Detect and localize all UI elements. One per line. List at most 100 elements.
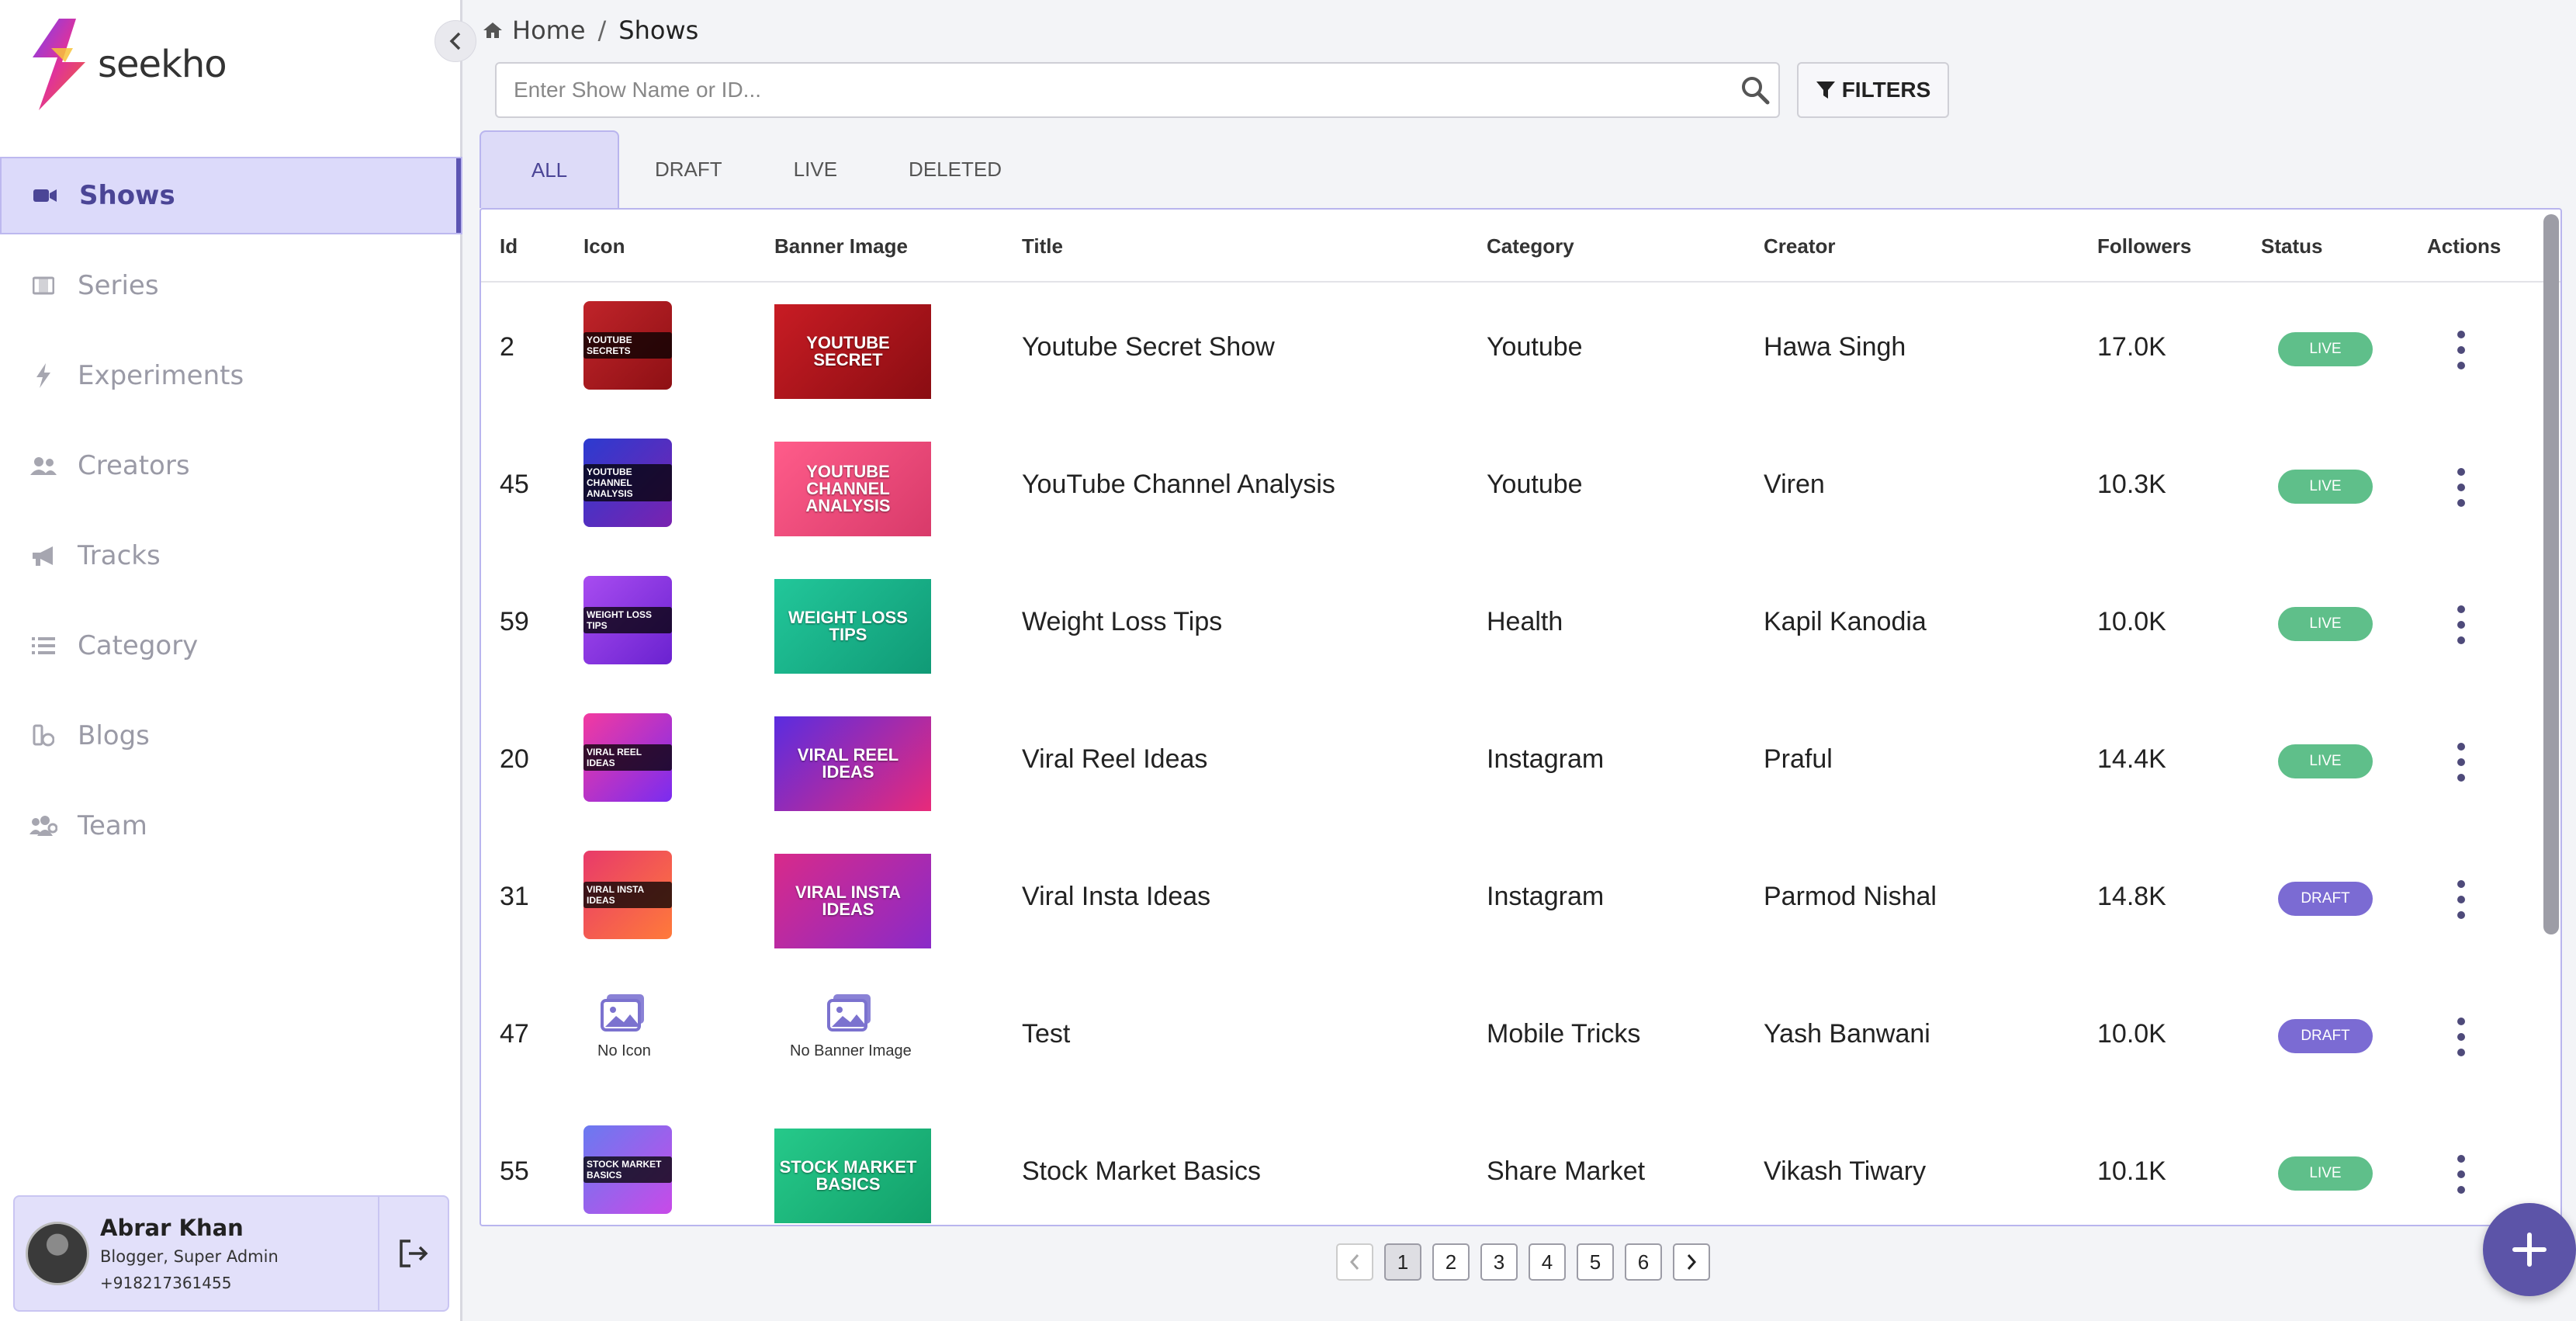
show-title[interactable]: Youtube Secret Show <box>1022 332 1275 362</box>
page-button-4[interactable]: 4 <box>1529 1243 1566 1281</box>
page-button-2[interactable]: 2 <box>1432 1243 1470 1281</box>
profile-phone: +918217361455 <box>100 1274 232 1292</box>
show-creator: Parmod Nishal <box>1764 882 1937 911</box>
column-header-category: Category <box>1487 234 1574 258</box>
table-row[interactable]: 2 YOUTUBE SECRETS YOUTUBE SECRET Youtube Se… <box>481 283 2560 420</box>
show-icon-text: YOUTUBE CHANNEL ANALYSIS <box>583 464 672 501</box>
table-scrollbar[interactable] <box>2543 214 2559 934</box>
page-button-5[interactable]: 5 <box>1577 1243 1614 1281</box>
show-title[interactable]: Viral Insta Ideas <box>1022 882 1210 912</box>
breadcrumb-home-link[interactable]: Home <box>512 16 586 45</box>
logout-button[interactable] <box>378 1197 448 1310</box>
brand-logo[interactable]: seekho <box>28 17 227 112</box>
breadcrumb-separator: / <box>597 16 607 45</box>
show-creator: Hawa Singh <box>1764 332 1906 362</box>
show-followers: 10.0K <box>2097 1019 2166 1049</box>
next-page-button[interactable] <box>1673 1243 1710 1281</box>
show-icon-text: YOUTUBE SECRETS <box>583 332 672 359</box>
show-icon-text: VIRAL INSTA IDEAS <box>583 882 672 908</box>
row-actions-menu-icon[interactable] <box>2453 1155 2469 1194</box>
table-row[interactable]: 20 VIRAL REEL IDEAS VIRAL REEL IDEAS Viral … <box>481 695 2560 832</box>
row-actions-menu-icon[interactable] <box>2453 331 2469 369</box>
row-actions-menu-icon[interactable] <box>2453 880 2469 919</box>
show-icon-image[interactable]: VIRAL REEL IDEAS <box>583 713 672 802</box>
row-actions-menu-icon[interactable] <box>2453 605 2469 644</box>
show-icon-image[interactable]: YOUTUBE CHANNEL ANALYSIS <box>583 439 672 527</box>
show-banner-text: STOCK MARKET BASICS <box>779 1157 917 1194</box>
page-button-1[interactable]: 1 <box>1384 1243 1421 1281</box>
table-row[interactable]: 31 VIRAL INSTA IDEAS VIRAL INSTA IDEAS Vira… <box>481 832 2560 969</box>
tab-all[interactable]: ALL <box>480 130 619 208</box>
search-input[interactable] <box>514 78 1732 102</box>
show-banner-image[interactable]: YOUTUBE SECRET <box>774 304 931 399</box>
prev-page-button[interactable] <box>1336 1243 1373 1281</box>
table-row[interactable]: 55 STOCK MARKET BASICS STOCK MARKET BASICS… <box>481 1107 2560 1225</box>
sidebar-item-label: Category <box>78 630 199 661</box>
show-id: 47 <box>500 1019 529 1049</box>
show-banner-image[interactable]: YOUTUBE CHANNEL ANALYSIS <box>774 442 931 536</box>
show-icon-image[interactable]: WEIGHT LOSS TIPS <box>583 576 672 664</box>
shows-table: Id Icon Banner Image Title Category Crea… <box>480 208 2562 1226</box>
show-followers: 10.3K <box>2097 470 2166 499</box>
show-banner-image[interactable]: VIRAL INSTA IDEAS <box>774 854 931 948</box>
tab-deleted[interactable]: DELETED <box>873 130 1037 208</box>
show-banner-image[interactable]: STOCK MARKET BASICS <box>774 1129 931 1223</box>
show-id: 31 <box>500 882 529 911</box>
show-icon-image[interactable]: YOUTUBE SECRETS <box>583 301 672 390</box>
home-icon <box>483 23 502 38</box>
sidebar-item-label: Series <box>78 270 159 301</box>
row-actions-menu-icon[interactable] <box>2453 468 2469 507</box>
table-row[interactable]: 59 WEIGHT LOSS TIPS WEIGHT LOSS TIPS Weight… <box>481 557 2560 695</box>
sidebar-nav: Shows Series Experiments Creators Tracks <box>0 157 462 877</box>
status-badge: LIVE <box>2278 744 2373 778</box>
sidebar-item-label: Blogs <box>78 720 150 751</box>
sidebar-collapse-button[interactable] <box>435 20 476 62</box>
team-icon <box>29 812 57 840</box>
show-title[interactable]: Stock Market Basics <box>1022 1156 1261 1187</box>
show-icon-image[interactable]: VIRAL INSTA IDEAS <box>583 851 672 939</box>
table-header: Id Icon Banner Image Title Category Crea… <box>481 210 2560 283</box>
show-title[interactable]: Viral Reel Ideas <box>1022 744 1207 775</box>
show-category: Share Market <box>1487 1156 1646 1186</box>
sidebar-item-series[interactable]: Series <box>0 247 462 324</box>
add-show-button[interactable] <box>2483 1203 2576 1296</box>
no-icon-placeholder[interactable]: No Icon <box>597 993 651 1060</box>
blog-icon <box>29 722 57 750</box>
sidebar-item-creators[interactable]: Creators <box>0 427 462 504</box>
no-banner-placeholder[interactable]: No Banner Image <box>790 993 912 1060</box>
users-icon <box>29 452 57 480</box>
page-button-3[interactable]: 3 <box>1480 1243 1518 1281</box>
show-banner-image[interactable]: WEIGHT LOSS TIPS <box>774 579 931 674</box>
profile-role: Blogger, Super Admin <box>100 1247 279 1266</box>
show-title[interactable]: Test <box>1022 1019 1070 1049</box>
chevron-left-icon <box>1349 1254 1359 1270</box>
sidebar: seekho Shows Series Experiments Creators <box>0 0 462 1321</box>
show-followers: 14.8K <box>2097 882 2166 911</box>
logout-icon <box>400 1240 428 1267</box>
show-title[interactable]: Weight Loss Tips <box>1022 607 1222 637</box>
sidebar-item-shows[interactable]: Shows <box>0 157 462 234</box>
show-icon-image[interactable]: STOCK MARKET BASICS <box>583 1125 672 1214</box>
sidebar-item-team[interactable]: Team <box>0 787 462 865</box>
table-row[interactable]: 45 YOUTUBE CHANNEL ANALYSIS YOUTUBE CHANNE… <box>481 420 2560 557</box>
show-creator: Kapil Kanodia <box>1764 607 1927 636</box>
avatar[interactable] <box>26 1222 89 1285</box>
show-title[interactable]: YouTube Channel Analysis <box>1022 470 1335 500</box>
show-creator: Praful <box>1764 744 1833 774</box>
sidebar-item-tracks[interactable]: Tracks <box>0 517 462 595</box>
sidebar-item-experiments[interactable]: Experiments <box>0 337 462 414</box>
tab-draft[interactable]: DRAFT <box>619 130 758 208</box>
row-actions-menu-icon[interactable] <box>2453 743 2469 782</box>
search-icon[interactable] <box>1732 75 1778 105</box>
sidebar-item-label: Experiments <box>78 360 244 391</box>
show-followers: 10.1K <box>2097 1156 2166 1186</box>
sidebar-item-blogs[interactable]: Blogs <box>0 697 462 775</box>
filters-button[interactable]: FILTERS <box>1797 62 1949 118</box>
tab-live[interactable]: LIVE <box>758 130 873 208</box>
show-banner-image[interactable]: VIRAL REEL IDEAS <box>774 716 931 811</box>
page-button-6[interactable]: 6 <box>1625 1243 1662 1281</box>
sidebar-item-category[interactable]: Category <box>0 607 462 685</box>
row-actions-menu-icon[interactable] <box>2453 1018 2469 1056</box>
status-badge: DRAFT <box>2278 1019 2373 1053</box>
table-row[interactable]: 47 No Icon No Banner Image Test Mobile Trick… <box>481 969 2560 1107</box>
